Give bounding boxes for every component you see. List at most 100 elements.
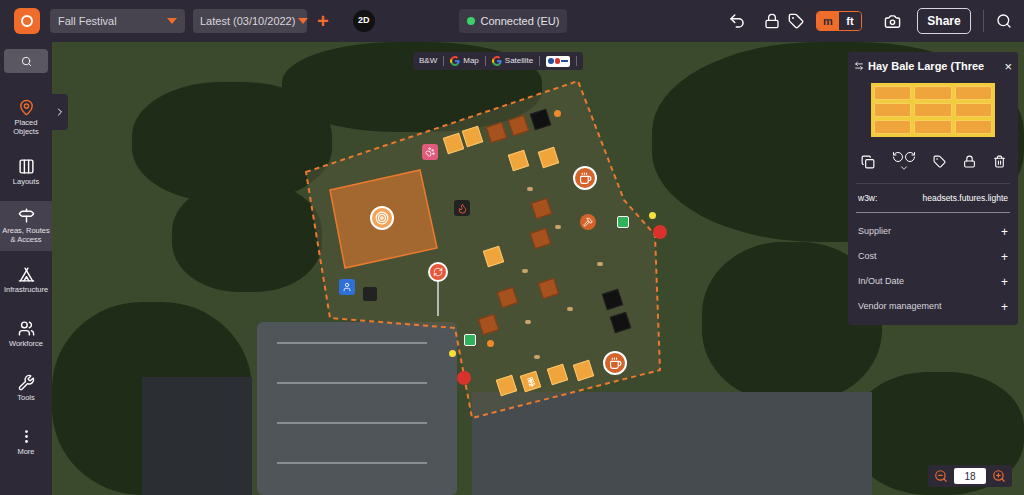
panel-title: Hay Bale Large (Three bbox=[868, 58, 984, 75]
sidebar-item[interactable]: Areas, Routes & Access bbox=[0, 201, 52, 251]
petting-zoo-marker[interactable] bbox=[422, 144, 438, 160]
panel-section[interactable]: Cost+ bbox=[848, 244, 1018, 269]
sidebar-item[interactable]: Infrastructure bbox=[0, 255, 52, 305]
marker-dot[interactable] bbox=[449, 350, 456, 357]
sidebar-item[interactable]: Placed Objects bbox=[0, 93, 52, 143]
expand-tab[interactable] bbox=[52, 94, 68, 130]
area-marker[interactable] bbox=[370, 206, 394, 230]
cafe-marker[interactable] bbox=[603, 351, 627, 375]
map-pin-icon bbox=[18, 99, 35, 116]
workshop-marker[interactable] bbox=[580, 214, 596, 230]
paw-icon bbox=[425, 147, 435, 157]
exit-sign-marker[interactable] bbox=[617, 216, 629, 228]
extinguisher-marker[interactable] bbox=[653, 225, 667, 239]
equipment-marker[interactable] bbox=[363, 287, 377, 301]
delete-icon[interactable] bbox=[993, 155, 1006, 168]
duplicate-icon[interactable] bbox=[861, 155, 875, 169]
top-bar: Fall Festival Latest (03/10/2022) +2D Conne… bbox=[0, 0, 1024, 42]
sidebar-item[interactable]: Layouts bbox=[0, 147, 52, 197]
undo-icon[interactable] bbox=[728, 12, 746, 30]
extinguisher-marker[interactable] bbox=[457, 371, 471, 385]
zoom-control: 18 bbox=[928, 465, 1012, 487]
share-button[interactable]: Share bbox=[917, 8, 971, 34]
marker-dot[interactable] bbox=[567, 307, 573, 311]
swap-icon[interactable] bbox=[854, 61, 864, 71]
w3w-row: w3w:headsets.futures.lighte bbox=[848, 184, 1018, 213]
exit-sign-marker[interactable] bbox=[464, 334, 476, 346]
coffee-icon bbox=[579, 172, 592, 185]
tent-icon bbox=[18, 266, 35, 283]
caret-icon bbox=[167, 18, 177, 24]
sidebar: Placed ObjectsLayoutsAreas, Routes & Acc… bbox=[0, 42, 52, 495]
google-icon bbox=[492, 56, 502, 66]
unit-option[interactable]: ft bbox=[839, 12, 861, 30]
marker-dot[interactable] bbox=[597, 262, 603, 266]
tree-area bbox=[172, 182, 322, 292]
toilet-marker[interactable] bbox=[339, 279, 355, 295]
target-icon bbox=[375, 211, 389, 225]
unit-toggle[interactable]: mft bbox=[816, 11, 862, 31]
close-button[interactable]: × bbox=[1004, 60, 1012, 73]
marker-dot[interactable] bbox=[649, 212, 656, 219]
sidebar-item[interactable]: Tools bbox=[0, 363, 52, 413]
bonfire-marker[interactable] bbox=[454, 200, 470, 216]
users-icon bbox=[18, 320, 35, 337]
panel-section[interactable]: Supplier+ bbox=[848, 219, 1018, 244]
map-layer-option[interactable]: Map bbox=[450, 55, 479, 67]
zoom-level[interactable]: 18 bbox=[954, 468, 986, 484]
marker-dot[interactable] bbox=[527, 187, 533, 191]
panel-toolbar bbox=[848, 151, 1018, 173]
sidebar-search[interactable] bbox=[4, 49, 48, 73]
search-icon[interactable] bbox=[996, 13, 1012, 29]
tag-icon[interactable] bbox=[788, 13, 804, 29]
zoom-in-icon[interactable] bbox=[992, 469, 1006, 483]
map-layer-option[interactable]: Satellite bbox=[492, 55, 533, 67]
cafe-marker[interactable] bbox=[573, 166, 597, 190]
app: Fall Festival Latest (03/10/2022) +2D Conne… bbox=[0, 0, 1024, 495]
object-preview bbox=[871, 83, 995, 137]
sidebar-item[interactable]: Workforce bbox=[0, 309, 52, 359]
map-layer-option[interactable]: B&W bbox=[419, 55, 437, 67]
marker-dot[interactable] bbox=[555, 225, 561, 229]
version-select[interactable]: Latest (03/10/2022) bbox=[193, 9, 307, 33]
map-layer-bar: B&W Map Satellite bbox=[413, 52, 583, 70]
caret-icon bbox=[298, 18, 308, 24]
lock-icon[interactable] bbox=[963, 155, 976, 168]
refresh-icon bbox=[433, 267, 443, 277]
flame-icon bbox=[457, 203, 468, 214]
camera-icon[interactable] bbox=[884, 13, 901, 30]
lock-icon[interactable] bbox=[764, 13, 780, 29]
rotate-left-icon[interactable] bbox=[892, 151, 904, 163]
map-canvas[interactable]: B&W Map Satellite Hay Bale Large (Three × w3w… bbox=[52, 42, 1024, 495]
add-version-button[interactable]: + bbox=[317, 11, 329, 31]
marker-dot[interactable] bbox=[534, 355, 540, 359]
panel-section[interactable]: Vendor management+ bbox=[848, 294, 1018, 319]
unit-option[interactable]: m bbox=[817, 12, 839, 30]
object-panel: Hay Bale Large (Three × w3w:headsets.futur… bbox=[848, 52, 1018, 325]
panel-section[interactable]: In/Out Date+ bbox=[848, 269, 1018, 294]
more-icon bbox=[18, 428, 35, 445]
marker-dot[interactable] bbox=[487, 340, 494, 347]
route-marker[interactable] bbox=[428, 262, 448, 282]
zoom-out-icon[interactable] bbox=[934, 469, 948, 483]
marker-dot[interactable] bbox=[522, 269, 528, 273]
coffee-icon bbox=[609, 357, 622, 370]
sidebar-item[interactable]: More bbox=[0, 417, 52, 467]
chevron-down-icon[interactable] bbox=[899, 163, 909, 173]
parking-lot bbox=[257, 322, 457, 495]
marker-dot[interactable] bbox=[554, 110, 561, 117]
ordnance-survey-icon[interactable] bbox=[546, 56, 570, 67]
connection-status: Connected (EU) bbox=[459, 9, 568, 34]
tag-icon[interactable] bbox=[933, 155, 946, 168]
flower-icon bbox=[524, 375, 537, 388]
status-dot bbox=[467, 17, 475, 25]
rotate-right-icon[interactable] bbox=[904, 151, 916, 163]
google-icon bbox=[450, 56, 460, 66]
project-select[interactable]: Fall Festival bbox=[50, 9, 185, 33]
wrench-icon bbox=[18, 374, 35, 391]
search-icon bbox=[21, 56, 32, 67]
parking-lot bbox=[472, 392, 872, 495]
marker-dot[interactable] bbox=[525, 320, 531, 324]
logo-icon[interactable] bbox=[14, 8, 40, 34]
view-mode-button[interactable]: 2D bbox=[353, 10, 375, 32]
